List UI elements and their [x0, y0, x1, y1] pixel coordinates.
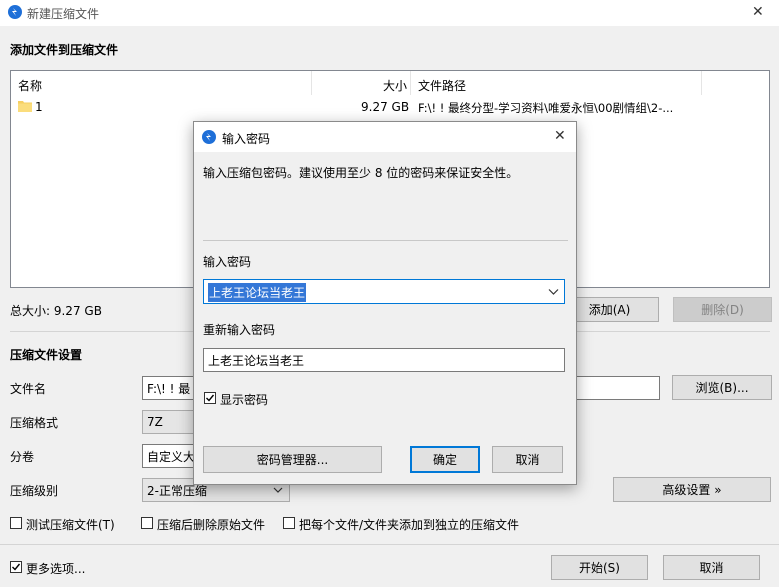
ok-button[interactable]: 确定: [410, 446, 480, 473]
app-logo-icon: [202, 130, 216, 144]
window-close-icon[interactable]: ✕: [752, 4, 764, 20]
more-options-checkbox[interactable]: [10, 561, 22, 573]
column-header-name[interactable]: 名称: [18, 77, 42, 94]
test-archive-checkbox[interactable]: [10, 517, 22, 529]
title-bar: 新建压缩文件 ✕: [0, 0, 779, 26]
confirm-password-input[interactable]: 上老王论坛当老王: [203, 348, 565, 372]
level-label: 压缩级别: [10, 484, 59, 498]
divider: [0, 544, 779, 545]
password-dialog: 输入密码 ✕ 输入压缩包密码。建议使用至少 8 位的密码来保证安全性。 输入密码…: [193, 121, 577, 485]
format-select[interactable]: 7Z: [142, 410, 194, 434]
file-list-header: 名称 大小 文件路径: [11, 71, 769, 95]
delete-button[interactable]: 删除(D): [673, 297, 772, 322]
split-label: 分卷: [10, 450, 35, 464]
checkmark-icon: [206, 394, 215, 402]
file-path: F:\! ! 最终分型-学习资料\唯爱永恒\00剧情组\2-...: [418, 101, 674, 115]
browse-button[interactable]: 浏览(B)...: [672, 375, 772, 400]
password-value: 上老王论坛当老王: [208, 283, 307, 302]
file-name: 1: [35, 100, 43, 114]
separate-archives-checkbox[interactable]: [283, 517, 295, 529]
delete-after-checkbox[interactable]: [141, 517, 153, 529]
dialog-title-bar: 输入密码 ✕: [194, 122, 576, 152]
chevron-down-icon[interactable]: [548, 286, 559, 300]
show-password-label[interactable]: 显示密码: [220, 391, 268, 408]
password-manager-button[interactable]: 密码管理器...: [203, 446, 382, 473]
filename-label: 文件名: [10, 382, 47, 396]
split-select[interactable]: 自定义大: [142, 444, 194, 468]
file-size: 9.27 GB: [361, 100, 410, 114]
dialog-description: 输入压缩包密码。建议使用至少 8 位的密码来保证安全性。: [203, 166, 519, 180]
delete-after-label[interactable]: 压缩后删除原始文件: [157, 516, 265, 533]
format-label: 压缩格式: [10, 416, 59, 430]
table-row[interactable]: 1 9.27 GB F:\! ! 最终分型-学习资料\唯爱永恒\00剧情组\2-…: [11, 95, 769, 117]
checkmark-icon: [12, 563, 21, 571]
start-button[interactable]: 开始(S): [551, 555, 648, 580]
test-archive-label[interactable]: 测试压缩文件(T): [26, 516, 115, 533]
advanced-settings-button[interactable]: 高级设置 »: [613, 477, 771, 502]
total-size: 总大小: 9.27 GB: [10, 304, 102, 318]
app-logo-icon: [8, 5, 22, 19]
chevron-down-icon: [273, 484, 283, 498]
column-header-path[interactable]: 文件路径: [418, 77, 466, 94]
cancel-button[interactable]: 取消: [663, 555, 760, 580]
password-label: 输入密码: [203, 255, 252, 269]
column-header-size[interactable]: 大小: [383, 77, 407, 94]
separate-archives-label[interactable]: 把每个文件/文件夹添加到独立的压缩文件: [299, 516, 519, 533]
files-heading: 添加文件到压缩文件: [10, 43, 119, 57]
window-title: 新建压缩文件: [27, 7, 100, 21]
dialog-title: 输入密码: [222, 132, 271, 146]
dialog-close-icon[interactable]: ✕: [554, 128, 566, 144]
show-password-checkbox[interactable]: [204, 392, 216, 404]
dialog-cancel-button[interactable]: 取消: [492, 446, 563, 473]
folder-icon: [18, 99, 32, 112]
settings-heading: 压缩文件设置: [10, 348, 83, 362]
dialog-divider: [203, 240, 568, 241]
more-options-label[interactable]: 更多选项...: [26, 560, 85, 577]
password-input[interactable]: 上老王论坛当老王: [203, 279, 565, 304]
confirm-password-label: 重新输入密码: [203, 323, 276, 337]
